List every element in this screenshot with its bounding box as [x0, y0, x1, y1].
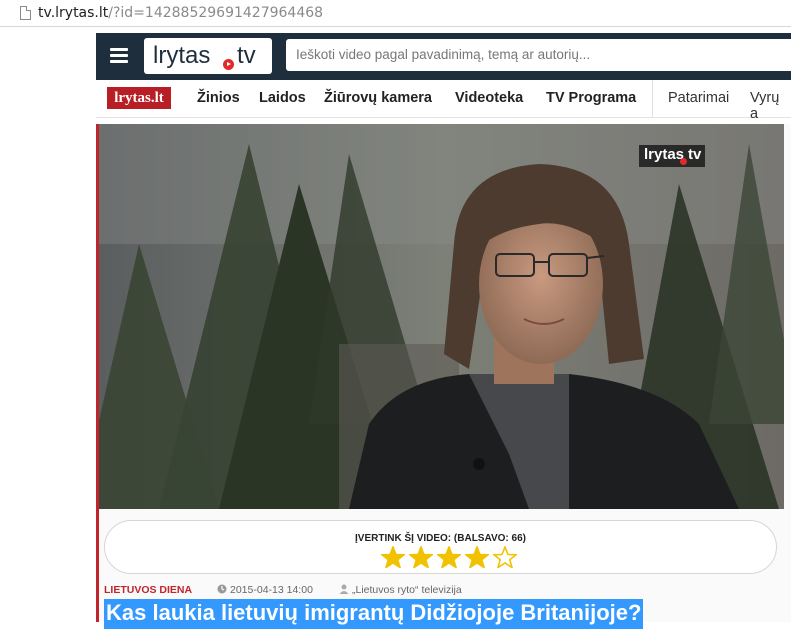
star-filled-icon[interactable] [407, 544, 435, 570]
menu-icon[interactable] [110, 48, 128, 64]
nav-divider [652, 80, 653, 117]
url-text[interactable]: tv.lrytas.lt/?id=14288529691427964468 [38, 5, 323, 21]
browser-address-bar[interactable]: tv.lrytas.lt/?id=14288529691427964468 [0, 0, 791, 27]
user-icon [339, 584, 349, 594]
nav-item-vyru[interactable]: Vyrų a [750, 90, 791, 122]
nav-item-videoteka[interactable]: Videoteka [455, 90, 523, 106]
date-text: 2015-04-13 14:00 [230, 584, 313, 596]
star-filled-icon[interactable] [379, 544, 407, 570]
url-host: tv.lrytas.lt [38, 5, 109, 21]
rating-widget: ĮVERTINK ŠĮ VIDEO: (BALSAVO: 66) [104, 520, 777, 574]
search-input[interactable]: Ieškoti video pagal pavadinimą, temą ar … [286, 39, 791, 71]
rating-label: ĮVERTINK ŠĮ VIDEO: (BALSAVO: 66) [355, 533, 526, 544]
top-header: lrytas tv Ieškoti video pagal pavadinimą… [96, 33, 791, 80]
site: lrytas tv Ieškoti video pagal pavadinimą… [96, 33, 791, 629]
watermark-text: lrytas [644, 146, 685, 163]
rating-stars [379, 544, 521, 570]
category-link[interactable]: LIETUVOS DIENA [104, 584, 192, 596]
star-filled-icon[interactable] [435, 544, 463, 570]
url-path: /?id=14288529691427964468 [108, 5, 324, 21]
nav-item-patarimai[interactable]: Patarimai [668, 90, 729, 106]
video-panel: lrytas tv ĮVERTINK ŠĮ VIDEO: (BALSAVO: 6… [96, 124, 791, 629]
nav-item-ziurovu-kamera[interactable]: Žiūrovų kamera [324, 90, 432, 106]
nav-item-tv-programa[interactable]: TV Programa [546, 90, 636, 106]
watermark-dot [680, 158, 687, 165]
main-nav: lrytas.lt Žinios Laidos Žiūrovų kamera V… [96, 80, 791, 122]
clock-icon [217, 584, 227, 594]
article-author: „Lietuvos ryto“ televizija [339, 584, 462, 596]
watermark-tv-text: tv [688, 146, 702, 163]
play-icon [223, 59, 234, 70]
logo-text: lrytas [153, 42, 211, 69]
article-date: 2015-04-13 14:00 [217, 584, 313, 596]
nav-item-laidos[interactable]: Laidos [259, 90, 306, 106]
star-filled-icon[interactable] [463, 544, 491, 570]
logo-tv-text: tv [237, 42, 256, 69]
star-empty-icon[interactable] [491, 544, 519, 570]
site-logo[interactable]: lrytas tv [144, 38, 272, 74]
video-player[interactable]: lrytas tv [99, 124, 784, 509]
nav-item-ziniios[interactable]: Žinios [197, 90, 240, 106]
video-frame [99, 124, 784, 509]
author-text: „Lietuvos ryto“ televizija [352, 584, 462, 596]
page-icon [20, 6, 31, 20]
article-title[interactable]: Kas laukia lietuvių imigrantų Didžiojoje… [104, 599, 644, 629]
lrytas-brand-link[interactable]: lrytas.lt [107, 87, 171, 109]
